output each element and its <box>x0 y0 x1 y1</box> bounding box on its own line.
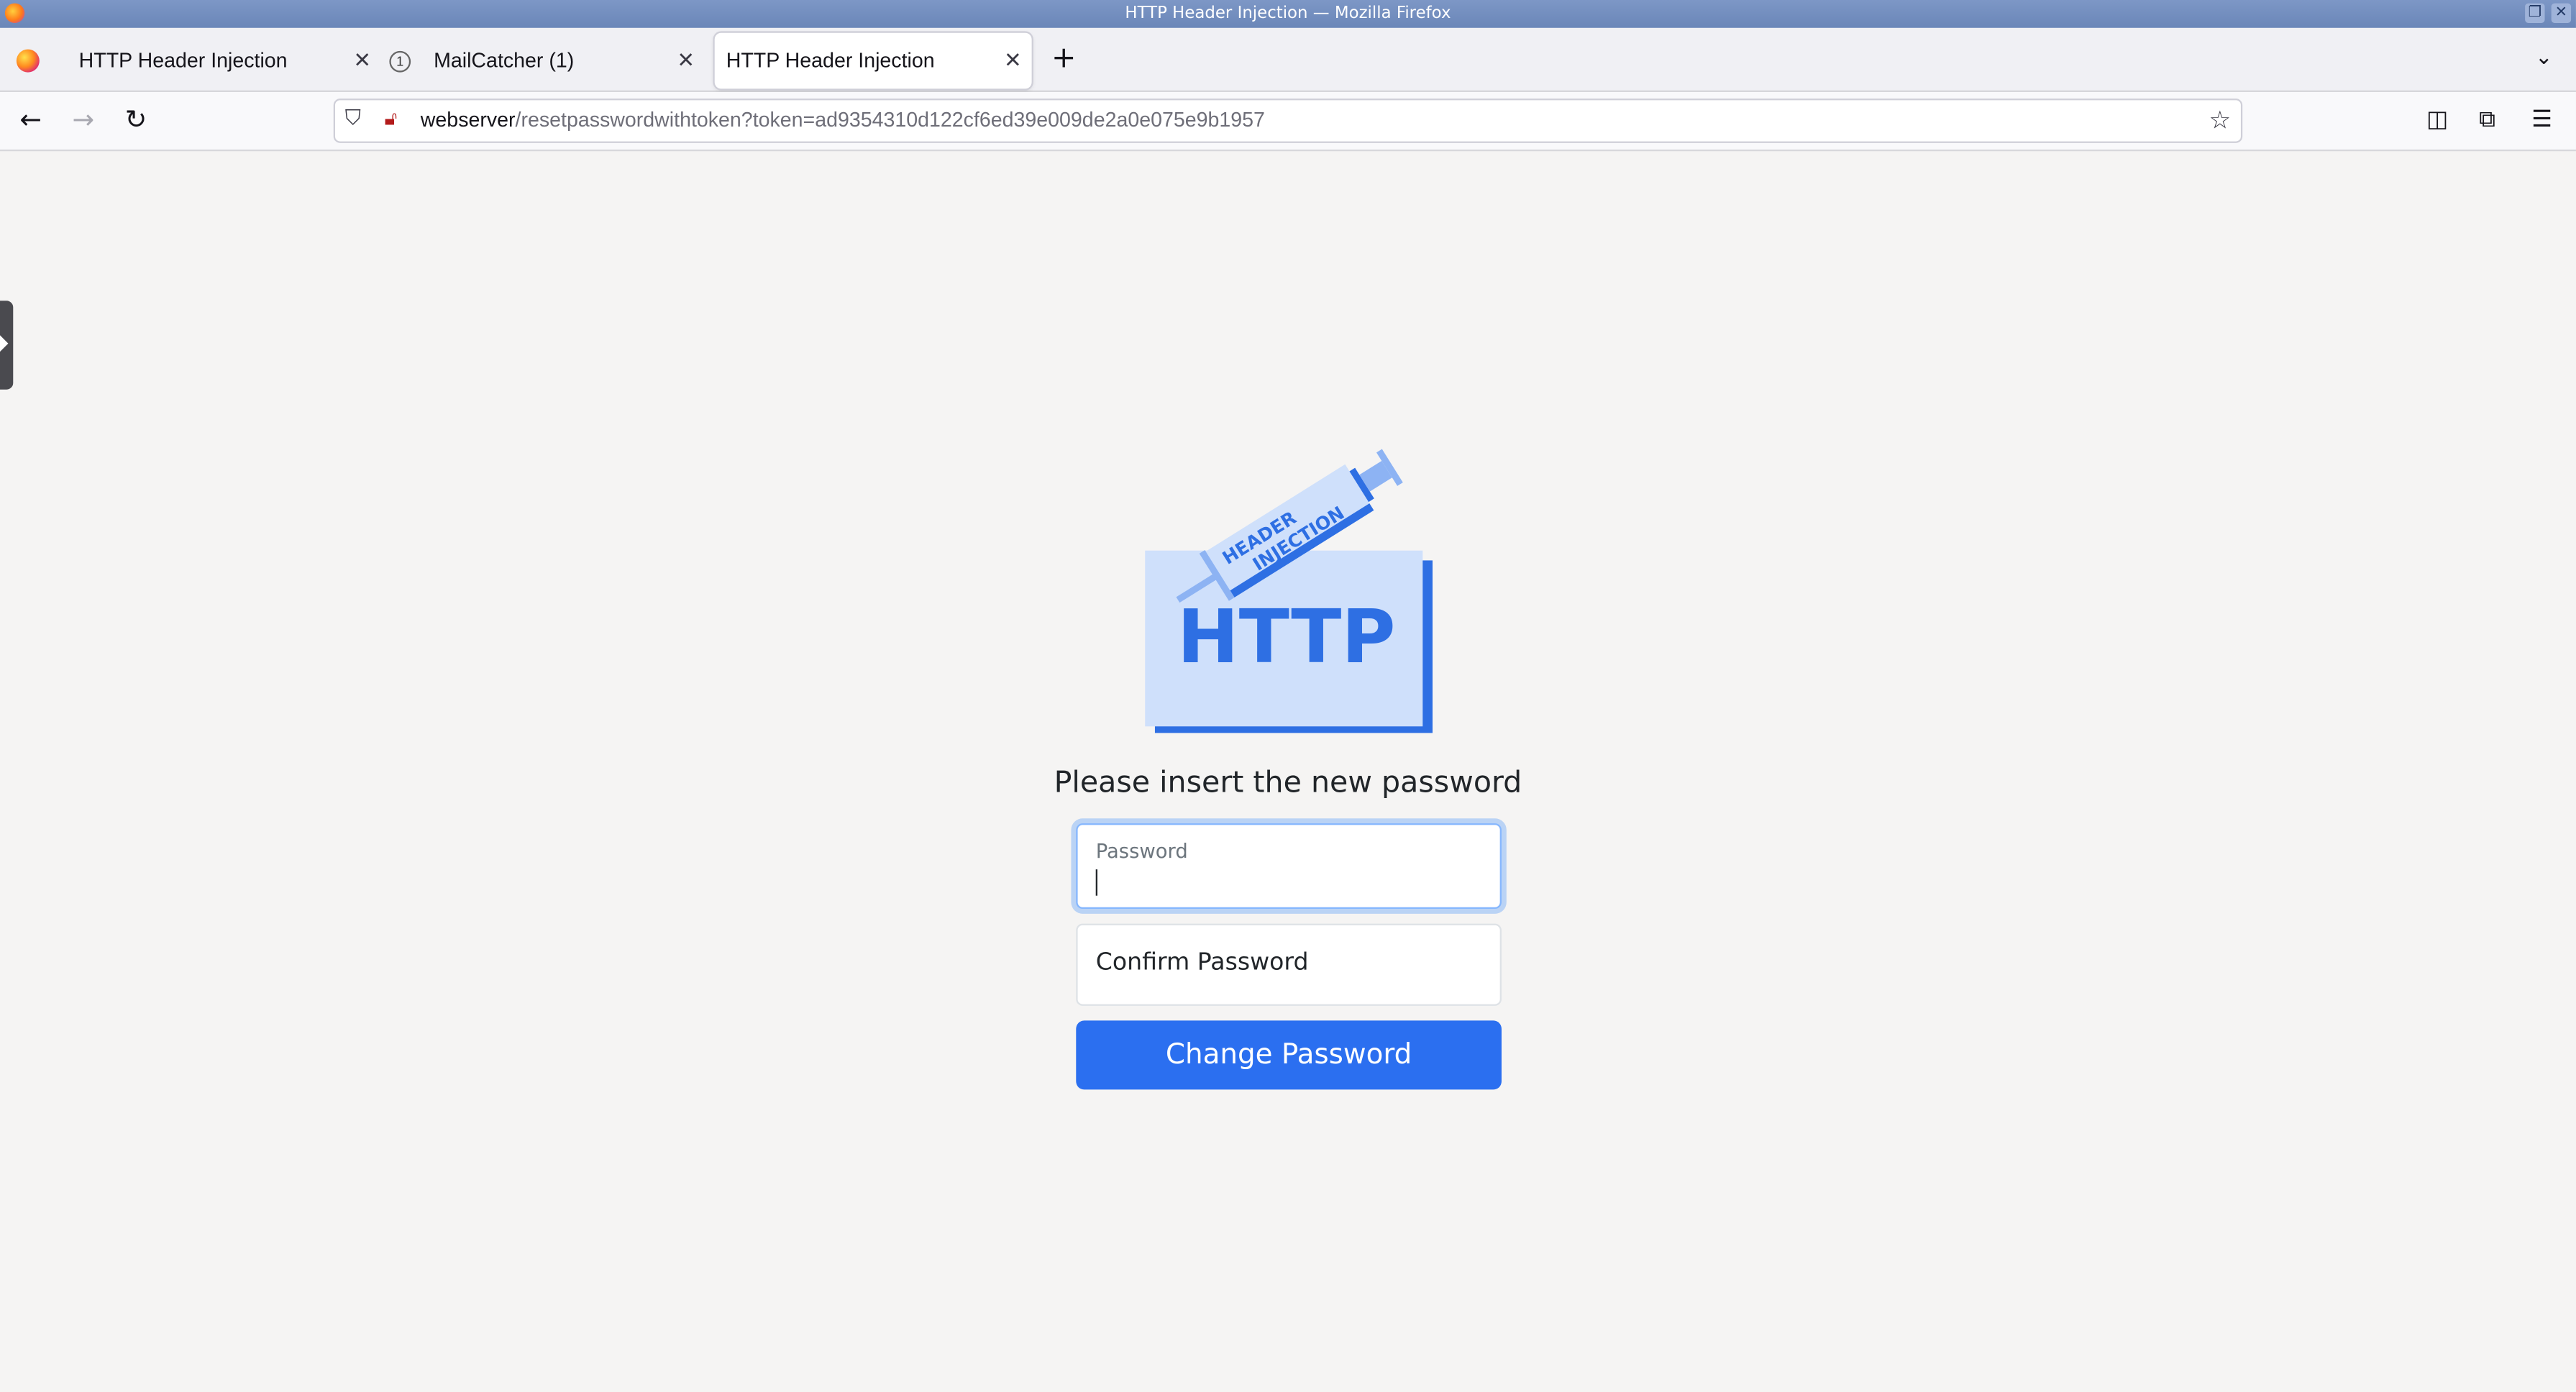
tracking-protection-shield-icon[interactable]: ⛉ <box>345 107 361 132</box>
restore-window-icon[interactable]: ❐ <box>2525 3 2545 23</box>
extensions-puzzle-icon[interactable]: ⧉ <box>2479 105 2495 134</box>
window-titlebar: HTTP Header Injection — Mozilla Firefox … <box>0 0 2576 28</box>
close-window-icon[interactable]: ✕ <box>2551 3 2572 23</box>
firefox-icon <box>4 3 25 23</box>
list-all-tabs-chevron-icon[interactable]: ⌄ <box>2535 46 2553 70</box>
password-input[interactable]: Password <box>1076 823 1502 909</box>
change-password-button[interactable]: Change Password <box>1076 1020 1502 1090</box>
mailcatcher-favicon-icon: 1 <box>389 50 411 73</box>
tab-http-header-injection-1[interactable]: HTTP Header Injection ✕ <box>59 33 381 89</box>
text-caret <box>1095 869 1097 896</box>
expand-arrow-icon <box>0 335 9 352</box>
close-tab-icon[interactable]: ✕ <box>677 33 695 89</box>
page-heading: Please insert the new password <box>1054 766 1522 801</box>
http-header-injection-logo: HEADER INJECTION HTTP <box>1145 449 1433 733</box>
window-title: HTTP Header Injection — Mozilla Firefox <box>1125 4 1451 23</box>
bookmark-star-icon[interactable]: ☆ <box>2209 105 2231 134</box>
tab-label: HTTP Header Injection <box>726 49 935 73</box>
logo-main-text: HTTP <box>1177 595 1396 680</box>
address-bar[interactable]: ⛉ 🔓︎ webserver/resetpasswordwithtoken?to… <box>333 99 2243 143</box>
confirm-password-input[interactable]: Confirm Password <box>1076 923 1502 1006</box>
tab-strip: HTTP Header Injection ✕ 1 MailCatcher (1… <box>0 27 2576 92</box>
hamburger-menu-icon[interactable]: ☰ <box>2531 105 2552 134</box>
new-tab-icon[interactable]: + <box>1051 42 1076 75</box>
forward-arrow-icon[interactable]: → <box>73 104 95 134</box>
url-text[interactable]: webserver/resetpasswordwithtoken?token=a… <box>421 100 1265 141</box>
sidebar-toggle-handle[interactable] <box>0 301 14 390</box>
tab-mailcatcher[interactable]: 1 MailCatcher (1) ✕ <box>383 33 705 89</box>
close-tab-icon[interactable]: ✕ <box>353 33 371 89</box>
close-tab-icon[interactable]: ✕ <box>1004 33 1022 89</box>
insecure-lock-icon[interactable]: 🔓︎ <box>385 107 398 132</box>
url-path: /resetpasswordwithtoken?token=ad9354310d… <box>515 108 1265 132</box>
confirm-password-placeholder: Confirm Password <box>1095 950 1309 976</box>
url-host: webserver <box>420 108 516 132</box>
navigation-bar: ← → ↻ ⛉ 🔓︎ webserver/resetpasswordwithto… <box>0 91 2576 152</box>
pocket-icon[interactable]: ◫ <box>2426 105 2448 134</box>
tab-label: MailCatcher (1) <box>434 49 575 73</box>
tab-label: HTTP Header Injection <box>78 49 288 73</box>
back-arrow-icon[interactable]: ← <box>19 104 42 134</box>
tab-http-header-injection-2[interactable]: HTTP Header Injection ✕ <box>714 32 1032 89</box>
reload-icon[interactable]: ↻ <box>125 104 147 134</box>
password-label: Password <box>1095 839 1188 863</box>
firefox-menu-icon[interactable] <box>16 49 40 73</box>
